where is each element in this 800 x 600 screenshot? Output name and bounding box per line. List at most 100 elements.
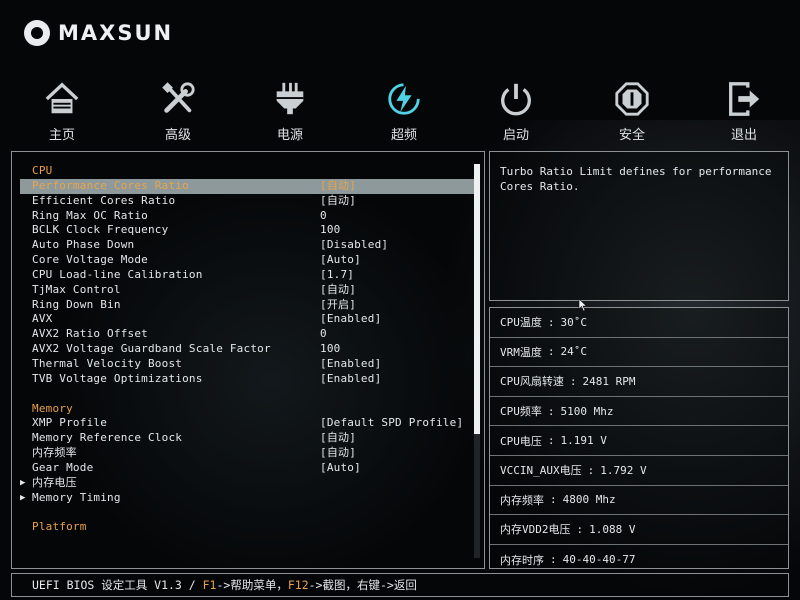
setting-row[interactable]: AVX [Enabled] <box>20 312 476 327</box>
spacer-row <box>20 387 476 402</box>
monitor-value: 40-40-40-77 <box>562 553 636 567</box>
setting-row[interactable]: Auto Phase Down [Disabled] <box>20 238 476 253</box>
setting-value[interactable]: [Enabled] <box>320 357 381 372</box>
setting-label: AVX2 Ratio Offset <box>32 327 148 341</box>
monitor-value: 5100 Mhz <box>560 404 614 418</box>
monitor-value: 4800 Mhz <box>562 493 616 507</box>
monitor-value: 1.191 V <box>560 434 607 448</box>
setting-row[interactable]: Efficient Cores Ratio [自动] <box>20 194 476 209</box>
section-header: Platform <box>20 520 476 535</box>
monitor-value: 1.792 V <box>600 463 647 477</box>
setting-label: Thermal Velocity Boost <box>32 356 183 370</box>
setting-row[interactable]: CPU Load-line Calibration [1.7] <box>20 268 476 283</box>
help-panel: Turbo Ratio Limit defines for performanc… <box>489 151 789 301</box>
setting-row[interactable]: Memory Reference Clock [自动] <box>20 431 476 446</box>
setting-value[interactable]: 100 <box>320 342 340 357</box>
monitor-label: CPU温度 <box>500 316 542 330</box>
submenu-item[interactable]: ▶ Memory Timing <box>20 491 476 506</box>
nav-item-advanced[interactable]: 高级 <box>140 80 216 146</box>
setting-row[interactable]: TVB Voltage Optimizations [Enabled] <box>20 372 476 387</box>
monitor-row: VCCIN_AUX电压:1.792 V <box>490 456 788 486</box>
submenu-item[interactable]: ▶ 内存电压 <box>20 476 476 491</box>
setting-value[interactable]: [Default SPD Profile] <box>320 416 463 431</box>
nav-item-overclock[interactable]: 超频 <box>366 80 442 146</box>
help-text: Turbo Ratio Limit defines for performanc… <box>500 165 772 193</box>
setting-value[interactable]: [Disabled] <box>320 238 388 253</box>
power-button-icon <box>501 83 531 116</box>
setting-label: Gear Mode <box>32 460 94 474</box>
setting-row[interactable]: Gear Mode [Auto] <box>20 461 476 476</box>
setting-row[interactable]: Core Voltage Mode [Auto] <box>20 253 476 268</box>
nav-item-home[interactable]: 主页 <box>24 80 100 146</box>
lightning-icon <box>388 83 420 115</box>
brand-logo: MAXSUN <box>24 18 173 48</box>
nav-item-power[interactable]: 电源 <box>252 80 328 146</box>
monitor-row: 内存VDD2电压:1.088 V <box>490 515 788 545</box>
monitor-label: CPU风扇转速 <box>500 375 564 389</box>
setting-value[interactable]: [自动] <box>320 194 356 209</box>
section-header: CPU <box>20 164 476 179</box>
setting-row[interactable]: AVX2 Ratio Offset 0 <box>20 327 476 342</box>
nav-item-security[interactable]: 安全 <box>594 80 670 146</box>
nav-label-home: 主页 <box>48 128 75 143</box>
setting-row[interactable]: Ring Down Bin [开启] <box>20 298 476 313</box>
setting-row[interactable]: XMP Profile [Default SPD Profile] <box>20 416 476 431</box>
monitor-separator: : <box>550 553 557 567</box>
nav-label-overclock: 超频 <box>390 128 417 143</box>
setting-row[interactable]: BCLK Clock Frequency 100 <box>20 223 476 238</box>
monitor-separator: : <box>547 345 555 359</box>
nav-item-exit[interactable]: 退出 <box>706 80 782 146</box>
nav-label-advanced: 高级 <box>164 128 191 143</box>
monitor-label: VCCIN_AUX电压 <box>500 464 582 478</box>
setting-value[interactable]: 0 <box>320 209 327 224</box>
settings-scrollbar[interactable] <box>474 164 480 558</box>
setting-row[interactable]: 内存频率 [自动] <box>20 446 476 461</box>
monitor-separator: : <box>550 493 557 507</box>
setting-row[interactable]: Thermal Velocity Boost [Enabled] <box>20 357 476 372</box>
monitor-separator: : <box>587 463 595 477</box>
scrollbar-thumb[interactable] <box>474 164 480 434</box>
setting-value[interactable]: [开启] <box>320 298 356 313</box>
monitor-label: 内存时序 <box>500 553 544 567</box>
setting-value[interactable]: [Enabled] <box>320 312 381 327</box>
setting-value[interactable]: [自动] <box>320 431 356 446</box>
setting-value[interactable]: [自动] <box>320 283 356 298</box>
setting-value[interactable]: [1.7] <box>320 268 354 283</box>
setting-row[interactable]: Ring Max OC Ratio 0 <box>20 209 476 224</box>
setting-label: Platform <box>32 520 87 534</box>
footer-text-f12: ->截图，右键->返回 <box>308 578 417 592</box>
mouse-pointer-icon <box>578 298 588 312</box>
exit-icon <box>729 82 760 116</box>
submenu-arrow-icon: ▶ <box>20 492 26 503</box>
setting-label: Core Voltage Mode <box>32 253 148 267</box>
setting-value[interactable]: 0 <box>320 327 327 342</box>
setting-value[interactable]: [Auto] <box>320 253 361 268</box>
setting-value[interactable]: [自动] <box>320 179 356 194</box>
monitor-row: 内存时序:40-40-40-77 <box>490 545 788 575</box>
setting-row[interactable]: TjMax Control [自动] <box>20 283 476 298</box>
setting-label: Ring Down Bin <box>32 297 121 311</box>
monitor-value: 24˚C <box>560 345 588 359</box>
setting-value[interactable]: [自动] <box>320 446 356 461</box>
setting-value[interactable]: 100 <box>320 223 340 238</box>
nav-label-power: 电源 <box>276 128 303 143</box>
nav-label-security: 安全 <box>618 128 645 143</box>
spacer-row <box>20 505 476 520</box>
tools-icon <box>162 82 195 113</box>
setting-label: XMP Profile <box>32 416 108 430</box>
nav-label-exit: 退出 <box>730 128 757 143</box>
power-plug-icon <box>276 82 304 115</box>
setting-value[interactable]: [Auto] <box>320 461 361 476</box>
setting-label: TVB Voltage Optimizations <box>32 371 203 385</box>
monitor-row: CPU风扇转速:2481 RPM <box>490 367 788 397</box>
monitor-separator: : <box>576 522 584 536</box>
monitor-value: 30˚C <box>560 315 588 329</box>
setting-row[interactable]: Performance Cores Ratio [自动] <box>20 178 476 194</box>
setting-label: 内存电压 <box>32 475 77 489</box>
submenu-arrow-icon: ▶ <box>20 477 26 488</box>
home-icon <box>45 82 79 114</box>
setting-value[interactable]: [Enabled] <box>320 372 381 387</box>
nav-item-boot[interactable]: 启动 <box>478 80 554 146</box>
setting-label: CPU Load-line Calibration <box>32 267 203 281</box>
setting-row[interactable]: AVX2 Voltage Guardband Scale Factor 100 <box>20 342 476 357</box>
